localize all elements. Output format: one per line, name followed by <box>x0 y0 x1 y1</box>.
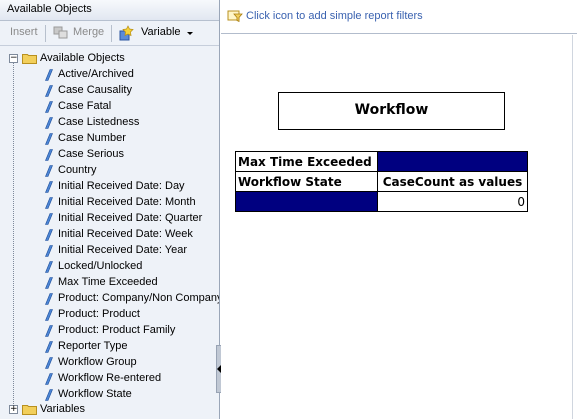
merge-button[interactable]: Merge <box>73 26 104 38</box>
table-row: Workflow State CaseCount as values <box>235 171 528 192</box>
dimension-icon <box>45 149 53 161</box>
panel-title: Available Objects <box>0 0 219 21</box>
tree-object-item[interactable]: Product: Product <box>0 307 219 323</box>
filter-icon[interactable] <box>227 9 243 23</box>
dimension-icon <box>45 373 53 385</box>
dimension-icon <box>45 213 53 225</box>
merge-icon[interactable] <box>53 26 68 40</box>
tree-object-item[interactable]: Max Time Exceeded <box>0 275 219 291</box>
report-title[interactable]: Workflow <box>278 92 505 130</box>
tree-object-item[interactable]: Initial Received Date: Day <box>0 179 219 195</box>
tree-item-label: Initial Received Date: Month <box>58 196 196 208</box>
dimension-icon <box>45 117 53 129</box>
tree-item-label: Initial Received Date: Day <box>58 180 185 192</box>
filter-hint-link[interactable]: Click icon to add simple report filters <box>246 10 423 22</box>
tree-root-label[interactable]: Available Objects <box>40 52 125 64</box>
filter-header-cell[interactable]: Max Time Exceeded <box>235 151 378 172</box>
tree-item-label: Max Time Exceeded <box>58 276 158 288</box>
tree-item-label: Case Fatal <box>58 100 112 112</box>
tree-item-label: Case Number <box>58 132 126 144</box>
tree-item-label: Workflow State <box>58 388 132 400</box>
tree-object-item[interactable]: Case Causality <box>0 83 219 99</box>
tree-item-label: Workflow Re-entered <box>58 372 162 384</box>
tree-item-label: Workflow Group <box>58 356 137 368</box>
tree-object-item[interactable]: Product: Product Family <box>0 323 219 339</box>
tree-object-item[interactable]: Initial Received Date: Week <box>0 227 219 243</box>
column-header-cell[interactable]: CaseCount as values <box>377 171 528 192</box>
tree-item-label: Country <box>58 164 97 176</box>
folder-icon <box>22 54 37 64</box>
row-header-cell[interactable]: Workflow State <box>235 171 378 192</box>
tree-item-label: Product: Product <box>58 308 140 320</box>
tree-item-label: Locked/Unlocked <box>58 260 143 272</box>
tree-item-label: Active/Archived <box>58 68 134 80</box>
dimension-icon <box>45 277 53 289</box>
tree-object-item[interactable]: Workflow State <box>0 387 219 403</box>
toolbar-separator <box>45 25 46 42</box>
dimension-icon <box>45 85 53 97</box>
tree-item-label: Case Serious <box>58 148 125 160</box>
toolbar-separator <box>111 25 112 42</box>
tree-object-item[interactable]: Workflow Re-entered <box>0 371 219 387</box>
folder-icon <box>22 405 37 415</box>
tree-object-item[interactable]: Workflow Group <box>0 355 219 371</box>
dimension-icon <box>45 197 53 209</box>
tree-object-item[interactable]: Product: Company/Non Company <box>0 291 219 307</box>
tree-item-label: Initial Received Date: Week <box>58 228 193 240</box>
tree-object-item[interactable]: Case Number <box>0 131 219 147</box>
collapse-icon[interactable]: − <box>9 54 18 63</box>
expand-icon[interactable]: + <box>9 405 18 414</box>
tree-object-item[interactable]: Reporter Type <box>0 339 219 355</box>
dimension-icon <box>45 325 53 337</box>
dimension-icon <box>45 309 53 321</box>
insert-button[interactable]: Insert <box>10 26 38 38</box>
tree-item-label: Initial Received Date: Quarter <box>58 212 203 224</box>
dimension-icon <box>45 181 53 193</box>
tree-object-item[interactable]: Active/Archived <box>0 67 219 83</box>
objects-toolbar: Insert Merge Variable <box>0 21 219 46</box>
dimension-icon <box>45 357 53 369</box>
tree-object-item[interactable]: Case Serious <box>0 147 219 163</box>
tree-item-label: Product: Product Family <box>58 324 176 336</box>
table-row: 0 <box>235 191 528 212</box>
row-value-cell[interactable] <box>235 191 378 212</box>
table-row: Max Time Exceeded <box>235 151 528 172</box>
tree-object-item[interactable]: Initial Received Date: Month <box>0 195 219 211</box>
crosstab-table[interactable]: Max Time Exceeded Workflow State CaseCou… <box>235 151 528 212</box>
tree-object-item[interactable]: Case Fatal <box>0 99 219 115</box>
tree-item-label: Reporter Type <box>58 340 128 352</box>
dimension-icon <box>45 229 53 241</box>
dimension-icon <box>45 341 53 353</box>
tree-object-item[interactable]: Initial Received Date: Quarter <box>0 211 219 227</box>
tree-object-item[interactable]: Initial Received Date: Year <box>0 243 219 259</box>
dimension-icon <box>45 261 53 273</box>
tree-item-label: Case Causality <box>58 84 132 96</box>
dimension-icon <box>45 293 53 305</box>
available-objects-panel: Available Objects Insert Merge Variable … <box>0 0 222 419</box>
tree-item-label: Initial Received Date: Year <box>58 244 188 256</box>
tree-item-label: Case Listedness <box>58 116 140 128</box>
variable-icon[interactable] <box>119 25 136 41</box>
dimension-icon <box>45 165 53 177</box>
filter-value-cell[interactable] <box>377 151 528 172</box>
chevron-down-icon[interactable] <box>187 32 193 35</box>
dimension-icon <box>45 133 53 145</box>
tree-object-item[interactable]: Case Listedness <box>0 115 219 131</box>
dimension-icon <box>45 101 53 113</box>
report-right-border <box>572 35 577 419</box>
tree-variables-label[interactable]: Variables <box>40 403 85 415</box>
measure-value-cell[interactable]: 0 <box>377 191 528 212</box>
dimension-icon <box>45 389 53 401</box>
dimension-icon <box>45 69 53 81</box>
report-filter-bar: Click icon to add simple report filters <box>221 0 577 34</box>
variable-button[interactable]: Variable <box>141 26 181 38</box>
dimension-icon <box>45 245 53 257</box>
tree-object-item[interactable]: Country <box>0 163 219 179</box>
tree-object-item[interactable]: Locked/Unlocked <box>0 259 219 275</box>
report-canvas: Workflow Max Time Exceeded Workflow Stat… <box>221 35 577 419</box>
tree-item-label: Product: Company/Non Company <box>58 292 219 304</box>
objects-tree: − Available Objects Active/Archived Case … <box>0 47 219 419</box>
